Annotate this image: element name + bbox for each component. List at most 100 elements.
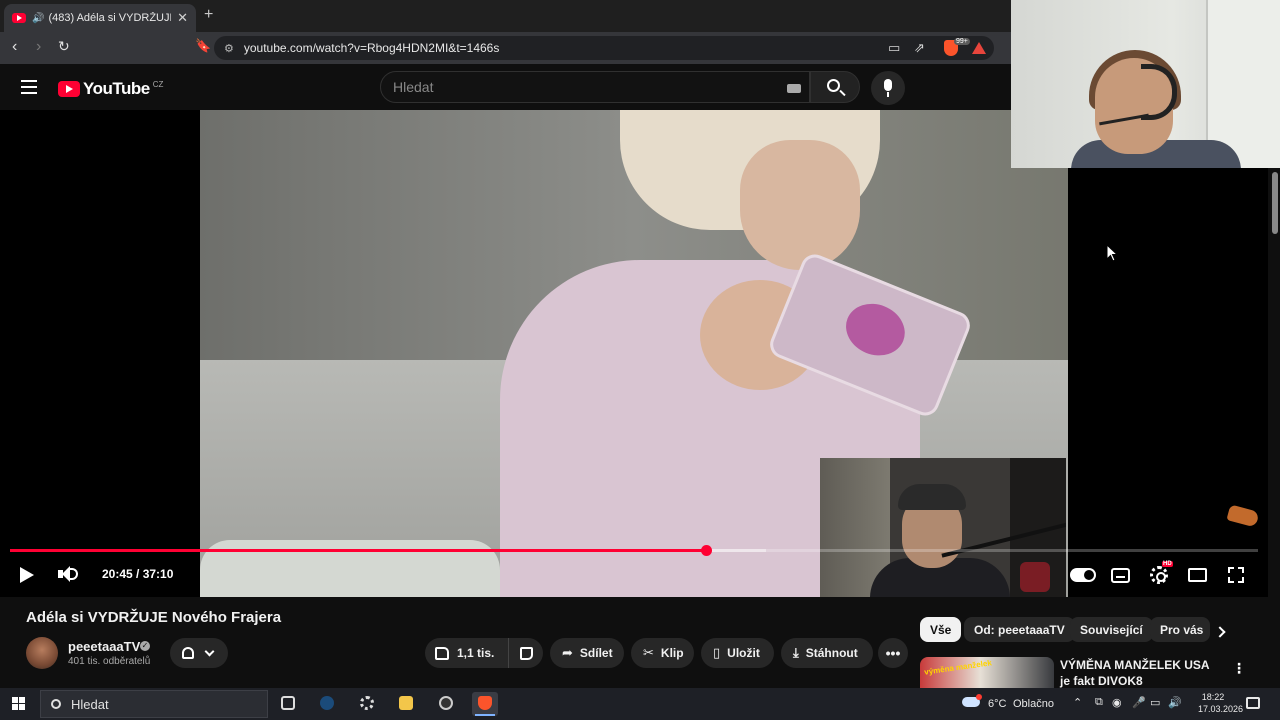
scissors-icon: ✂ bbox=[643, 645, 654, 660]
thumbnail-text: výměna manželek bbox=[923, 658, 993, 677]
bookmark-icon[interactable]: 🔖 bbox=[195, 38, 211, 54]
logo-text: YouTube bbox=[83, 79, 150, 98]
menu-icon[interactable] bbox=[21, 80, 37, 94]
chip-from-channel[interactable]: Od: peeetaaaTV bbox=[964, 617, 1075, 642]
tab-title: (483) Adéla si VYDRŽUJE Nov bbox=[48, 12, 172, 24]
steam-icon[interactable] bbox=[314, 692, 340, 716]
video-player[interactable]: 20:45 / 37:10 HD bbox=[0, 110, 1268, 597]
more-actions-button[interactable]: ••• bbox=[878, 638, 908, 668]
reload-icon[interactable]: ↻ bbox=[58, 38, 70, 55]
share-icon[interactable]: ⇗ bbox=[914, 40, 925, 56]
notifications-icon[interactable] bbox=[1246, 697, 1260, 709]
site-settings-icon[interactable]: ⚙ bbox=[224, 42, 234, 55]
subscriber-count: 401 tis. odběratelů bbox=[68, 656, 151, 667]
taskbar-search-placeholder: Hledat bbox=[71, 696, 109, 712]
autoplay-toggle-icon[interactable] bbox=[1070, 568, 1096, 582]
save-label: Uložit bbox=[727, 646, 760, 660]
theater-mode-icon[interactable] bbox=[1188, 568, 1207, 582]
weather-temp[interactable]: 6°C bbox=[988, 698, 1006, 710]
save-button[interactable]: ▯ Uložit bbox=[701, 638, 774, 668]
country-code: CZ bbox=[152, 79, 164, 89]
url-text: youtube.com/watch?v=Rbog4HDN2MI&t=1466s bbox=[243, 41, 500, 55]
save-icon: ▯ bbox=[713, 645, 721, 660]
share-label: Sdílet bbox=[579, 646, 613, 660]
microphone-tray-icon[interactable]: 🎤 bbox=[1132, 696, 1146, 709]
search-button[interactable] bbox=[810, 71, 860, 103]
thumbs-down-icon bbox=[519, 646, 533, 660]
chevron-down-icon bbox=[204, 646, 215, 656]
subtitles-icon[interactable] bbox=[1111, 568, 1130, 583]
download-button[interactable]: ⤓ Stáhnout bbox=[781, 638, 873, 668]
like-count: 1,1 tis. bbox=[457, 646, 495, 660]
browser-tab[interactable]: 🔊 (483) Adéla si VYDRŽUJE Nov ✕ bbox=[4, 4, 196, 32]
brave-rewards-icon[interactable] bbox=[972, 42, 986, 54]
clock-time: 18:22 bbox=[1201, 692, 1225, 702]
microphone-icon[interactable] bbox=[871, 71, 905, 105]
more-vert-icon[interactable]: ⋮ bbox=[1232, 660, 1246, 677]
youtube-header: YouTube CZ Hledat bbox=[0, 64, 1011, 110]
tray-app-icon[interactable]: ⧉ bbox=[1095, 696, 1103, 709]
recommendation-title[interactable]: VÝMĚNA MANŽELEK USA je fakt DIVOK8 bbox=[1060, 657, 1220, 689]
scrubber-handle[interactable] bbox=[701, 545, 712, 556]
progress-played bbox=[10, 549, 707, 552]
new-tab-button[interactable]: + bbox=[204, 6, 213, 24]
settings-icon[interactable] bbox=[354, 692, 380, 716]
speaker-icon[interactable]: 🔊 bbox=[32, 13, 44, 24]
avatar[interactable] bbox=[26, 637, 58, 669]
video-title: Adéla si VYDRŽUJE Nového Frajera bbox=[26, 609, 282, 626]
search-input[interactable]: Hledat bbox=[380, 71, 810, 103]
address-bar[interactable]: ⚙ youtube.com/watch?v=Rbog4HDN2MI&t=1466… bbox=[214, 36, 994, 60]
youtube-icon bbox=[12, 13, 26, 23]
youtube-icon bbox=[58, 81, 80, 97]
notifications-button[interactable] bbox=[170, 638, 228, 668]
chevron-right-icon[interactable] bbox=[1214, 626, 1226, 638]
share-button[interactable]: ➦ Sdílet bbox=[550, 638, 624, 668]
obs-icon[interactable] bbox=[433, 692, 459, 716]
file-explorer-icon[interactable] bbox=[393, 692, 419, 716]
brave-browser-icon[interactable] bbox=[472, 692, 498, 716]
download-icon: ⤓ bbox=[793, 645, 799, 660]
chip-related[interactable]: Související bbox=[1070, 617, 1153, 642]
mouse-cursor-icon bbox=[1106, 244, 1118, 262]
fullscreen-icon[interactable] bbox=[1228, 567, 1244, 583]
close-icon[interactable]: ✕ bbox=[177, 10, 188, 26]
play-icon[interactable] bbox=[20, 567, 34, 583]
dislike-button[interactable] bbox=[509, 646, 543, 660]
hd-badge: HD bbox=[1162, 561, 1173, 567]
download-label: Stáhnout bbox=[805, 646, 858, 660]
volume-icon[interactable] bbox=[58, 565, 78, 583]
recommendation-thumbnail[interactable]: výměna manželek bbox=[920, 657, 1054, 689]
system-clock[interactable]: 18:22 17.03.2026 bbox=[1198, 691, 1243, 715]
volume-tray-icon[interactable]: 🔊 bbox=[1168, 696, 1182, 709]
weather-alert-badge bbox=[976, 694, 982, 700]
forward-icon[interactable]: › bbox=[36, 38, 41, 56]
settings-gear-icon[interactable] bbox=[1150, 566, 1168, 584]
back-icon[interactable]: ‹ bbox=[12, 38, 17, 56]
time-display: 20:45 / 37:10 bbox=[102, 567, 174, 581]
weather-desc: Oblačno bbox=[1013, 698, 1054, 710]
chip-for-you[interactable]: Pro vás bbox=[1150, 617, 1210, 642]
page-scrollbar[interactable] bbox=[1270, 168, 1280, 688]
like-dislike-group: 1,1 tis. bbox=[425, 638, 543, 668]
chevron-up-icon[interactable]: ⌃ bbox=[1073, 696, 1082, 709]
taskbar-search-input[interactable]: Hledat bbox=[40, 690, 268, 718]
chip-all[interactable]: Vše bbox=[920, 617, 962, 642]
search-placeholder: Hledat bbox=[393, 79, 434, 95]
clip-button[interactable]: ✂ Klip bbox=[631, 638, 694, 668]
search-icon bbox=[827, 79, 840, 92]
windows-start-icon[interactable] bbox=[12, 697, 26, 711]
clip-label: Klip bbox=[660, 646, 684, 660]
chicken-sticker bbox=[1226, 504, 1260, 528]
verified-icon: ✓ bbox=[140, 641, 150, 651]
channel-name[interactable]: peeetaaaTV bbox=[68, 639, 140, 654]
task-view-icon[interactable] bbox=[275, 692, 301, 716]
cast-icon[interactable]: ▭ bbox=[888, 40, 900, 56]
tray-network-app-icon[interactable]: ◉ bbox=[1112, 696, 1122, 709]
network-icon[interactable]: ▭ bbox=[1150, 696, 1160, 709]
streamer-webcam-overlay bbox=[820, 458, 1066, 597]
keyboard-icon[interactable] bbox=[787, 84, 801, 93]
windows-taskbar: Hledat bbox=[0, 688, 1280, 720]
youtube-logo[interactable]: YouTube CZ bbox=[58, 79, 163, 99]
like-button[interactable]: 1,1 tis. bbox=[425, 638, 509, 668]
shields-badge: 99+ bbox=[954, 38, 970, 45]
